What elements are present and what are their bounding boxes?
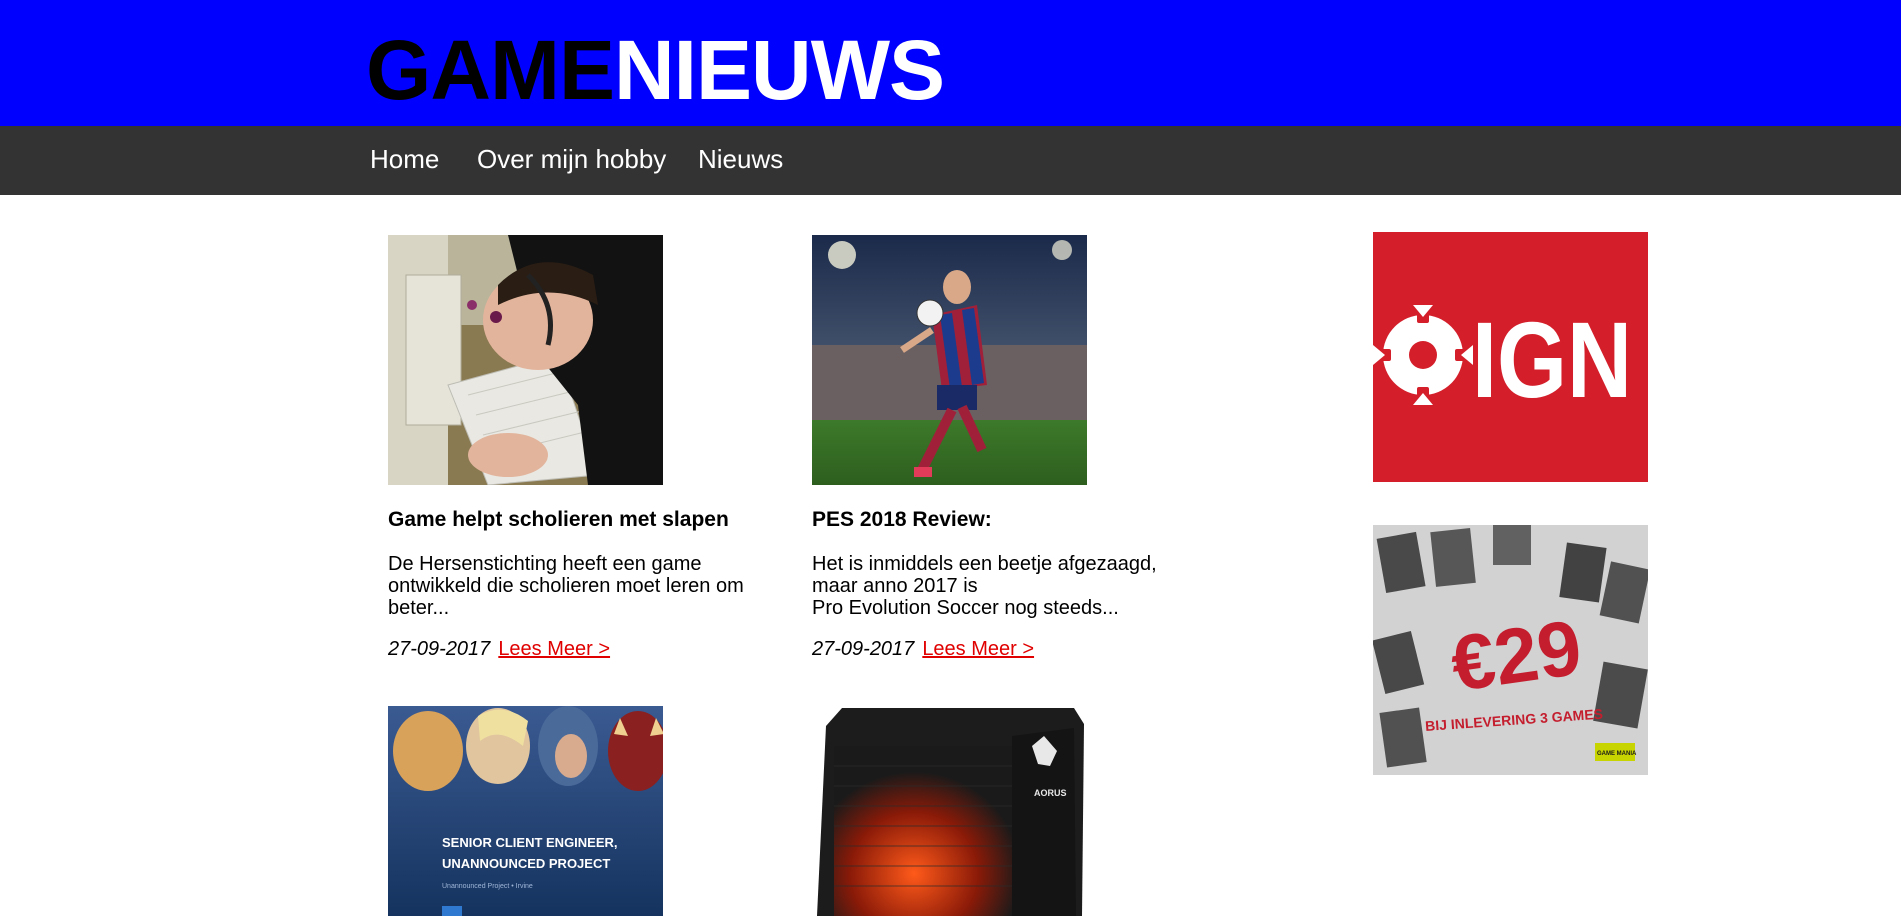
- excerpt-line: De Hersenstichting heeft een game: [388, 553, 702, 575]
- logo-game: GAME: [366, 23, 615, 117]
- image-text: Unannounced Project • Irvine: [442, 883, 533, 890]
- gamemania-badge: GAME MANIA: [1597, 751, 1637, 757]
- article-meta: 27-09-2017 Lees Meer >: [388, 637, 610, 661]
- article-image-pes-2018[interactable]: [812, 235, 1087, 485]
- excerpt-line: Het is inmiddels een beetje afgezaagd,: [812, 553, 1157, 575]
- logo-nieuws: NIEUWS: [614, 23, 945, 117]
- site-header: GAMENIEUWS: [0, 0, 1901, 126]
- excerpt-line: Pro Evolution Soccer nog steeds...: [812, 597, 1119, 619]
- read-more-link[interactable]: Lees Meer >: [922, 638, 1034, 660]
- gamemania-price: €29: [1446, 603, 1587, 708]
- article-meta: 27-09-2017 Lees Meer >: [812, 637, 1034, 661]
- image-text: AORUS: [1034, 788, 1067, 798]
- excerpt-line: ontwikkeld die scholieren moet leren om: [388, 575, 744, 597]
- article-excerpt: Het is inmiddels een beetje afgezaagd, m…: [812, 553, 1182, 619]
- ign-logo-text: IGN: [1472, 299, 1632, 420]
- article-title[interactable]: Game helpt scholieren met slapen: [388, 507, 788, 533]
- article-title[interactable]: PES 2018 Review:: [812, 507, 1212, 533]
- main-nav: Home Over mijn hobby Nieuws: [0, 126, 1901, 195]
- article-image-sleeping-gamer[interactable]: [388, 235, 663, 485]
- read-more-link[interactable]: Lees Meer >: [498, 638, 610, 660]
- image-text: UNANNOUNCED PROJECT: [442, 856, 610, 871]
- article-image-blizzard-job[interactable]: SENIOR CLIENT ENGINEER, UNANNOUNCED PROJ…: [388, 706, 663, 916]
- image-text: SENIOR CLIENT ENGINEER,: [442, 835, 618, 850]
- article-excerpt: De Hersenstichting heeft een game ontwik…: [388, 553, 758, 619]
- nav-over-mijn-hobby[interactable]: Over mijn hobby: [477, 144, 666, 175]
- site-logo[interactable]: GAMENIEUWS: [366, 28, 945, 112]
- gamemania-ad[interactable]: €29 BIJ INLEVERING 3 GAMES GAME MANIA: [1373, 525, 1648, 775]
- nav-nieuws[interactable]: Nieuws: [698, 144, 783, 175]
- nav-home[interactable]: Home: [370, 144, 439, 175]
- article-date: 27-09-2017: [812, 638, 915, 660]
- ign-ad[interactable]: IGN: [1373, 232, 1648, 482]
- excerpt-line: beter...: [388, 597, 450, 619]
- article-image-aorus-gaming-box[interactable]: AORUS: [812, 706, 1087, 916]
- article-date: 27-09-2017: [388, 638, 491, 660]
- excerpt-line: maar anno 2017 is: [812, 575, 978, 597]
